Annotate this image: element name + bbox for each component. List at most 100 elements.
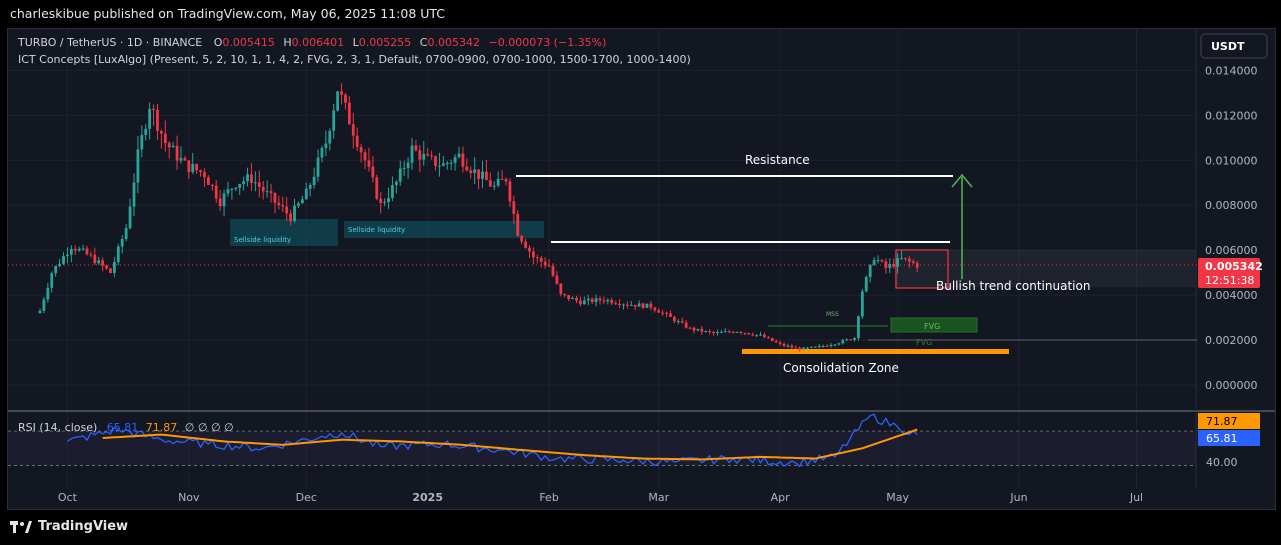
candle-body	[391, 184, 394, 198]
candle-body	[261, 186, 265, 192]
candle-body	[308, 185, 312, 189]
time-axis[interactable]: Oct Nov Dec 2025 Feb Mar Apr May Jun Jul	[58, 491, 1143, 504]
candle-body	[253, 182, 257, 184]
candle-body	[187, 160, 191, 173]
candle-body	[504, 179, 508, 182]
candle-body	[539, 257, 543, 262]
candle-body	[293, 205, 296, 222]
candle-body	[700, 328, 704, 332]
candle-body	[136, 149, 140, 183]
legend-indicator: ICT Concepts [LuxAlgo] (Present, 5, 2, 1…	[18, 53, 691, 66]
candle-body	[406, 162, 410, 169]
candle-body	[175, 145, 179, 161]
rsi-legend-ma: 71.87	[146, 421, 178, 434]
publish-header: charleskibue published on TradingView.co…	[10, 6, 446, 21]
candle-body	[500, 178, 504, 180]
candle-body	[892, 264, 896, 267]
candle-body	[461, 153, 465, 167]
candle-body	[120, 238, 124, 247]
consolidation-zone[interactable]	[742, 349, 1009, 354]
candle-body	[50, 273, 54, 288]
time-tick-label: Mar	[648, 491, 669, 504]
legend-low: 0.005255	[359, 36, 412, 49]
sellside-liquidity-label-1: Sellside liquidity	[234, 236, 291, 244]
candle-body	[300, 199, 304, 204]
candle-body	[684, 322, 688, 328]
candle-body	[833, 344, 837, 346]
candle-body	[481, 171, 484, 179]
currency-button-label: USDT	[1211, 40, 1245, 53]
candle-body	[747, 333, 751, 335]
candle-body	[324, 143, 328, 149]
time-tick-label: Apr	[771, 491, 791, 504]
candle-body	[524, 241, 527, 248]
candle-body	[872, 260, 876, 265]
candle-body	[735, 331, 739, 333]
candle-body	[586, 298, 590, 301]
price-axis[interactable]: 0.014000 0.012000 0.010000 0.008000 0.006000…	[1205, 64, 1258, 392]
candle-body	[786, 345, 790, 347]
candle-body	[340, 91, 343, 95]
candle-body	[85, 248, 89, 255]
candle-body	[853, 338, 856, 340]
candle-body	[116, 246, 120, 263]
candle-body	[473, 169, 477, 173]
rsi-axis-tick: 40.00	[1206, 456, 1238, 469]
candle-body	[230, 188, 234, 190]
candle-body	[422, 154, 426, 160]
candle-body	[559, 283, 563, 294]
price-tick-label: 0.010000	[1205, 154, 1258, 167]
candle-body	[841, 340, 845, 344]
legend-open: 0.005415	[222, 36, 275, 49]
candle-body	[477, 169, 480, 179]
candle-body	[195, 164, 199, 171]
candle-body	[304, 188, 308, 200]
candle-body	[328, 130, 332, 144]
price-tick-label: 0.008000	[1205, 199, 1258, 212]
candle-body	[375, 177, 379, 199]
candle-body	[156, 109, 159, 131]
legend-high-label: H	[283, 36, 291, 49]
candle-body	[688, 327, 692, 329]
rsi-legend: RSI (14, close) 65.81 71.87 ∅ ∅ ∅ ∅	[18, 421, 234, 434]
candle-body	[492, 185, 496, 187]
candle-body	[285, 206, 289, 214]
candle-body	[206, 177, 210, 185]
chart-canvas[interactable]: Sellside liquidity Sellside liquidity Re…	[8, 29, 1275, 509]
time-tick-label: Feb	[539, 491, 558, 504]
candle-body	[837, 343, 841, 345]
candle-body	[183, 158, 187, 161]
candle-body	[132, 182, 136, 207]
candle-body	[716, 332, 719, 334]
candle-body	[218, 198, 222, 207]
candle-body	[449, 162, 453, 164]
candle-body	[594, 298, 598, 303]
candle-body	[563, 293, 567, 296]
candle-body	[864, 277, 868, 292]
candle-body	[418, 150, 422, 160]
candle-body	[860, 291, 864, 317]
candle-body	[203, 172, 206, 178]
currency-button[interactable]: USDT	[1200, 33, 1268, 59]
countdown-label: 12:51:38	[1205, 274, 1254, 287]
candle-body	[77, 248, 81, 251]
rsi-legend-value: 65.81	[107, 421, 139, 434]
candle-body	[332, 110, 336, 131]
candle-body	[782, 343, 786, 346]
candle-body	[273, 193, 277, 203]
candle-body	[790, 345, 794, 348]
candle-body	[191, 164, 195, 173]
candle-body	[316, 157, 320, 177]
candle-body	[712, 331, 715, 334]
candle-body	[58, 263, 61, 267]
candle-body	[109, 268, 112, 273]
candle-body	[829, 345, 833, 347]
candle-body	[868, 264, 872, 278]
bullish-label: Bullish trend continuation	[936, 279, 1090, 293]
candle-body	[320, 148, 324, 158]
candle-body	[845, 339, 849, 341]
candle-body	[359, 146, 363, 153]
candle-body	[128, 206, 132, 229]
candle-body	[896, 258, 900, 267]
time-tick-label: May	[886, 491, 909, 504]
